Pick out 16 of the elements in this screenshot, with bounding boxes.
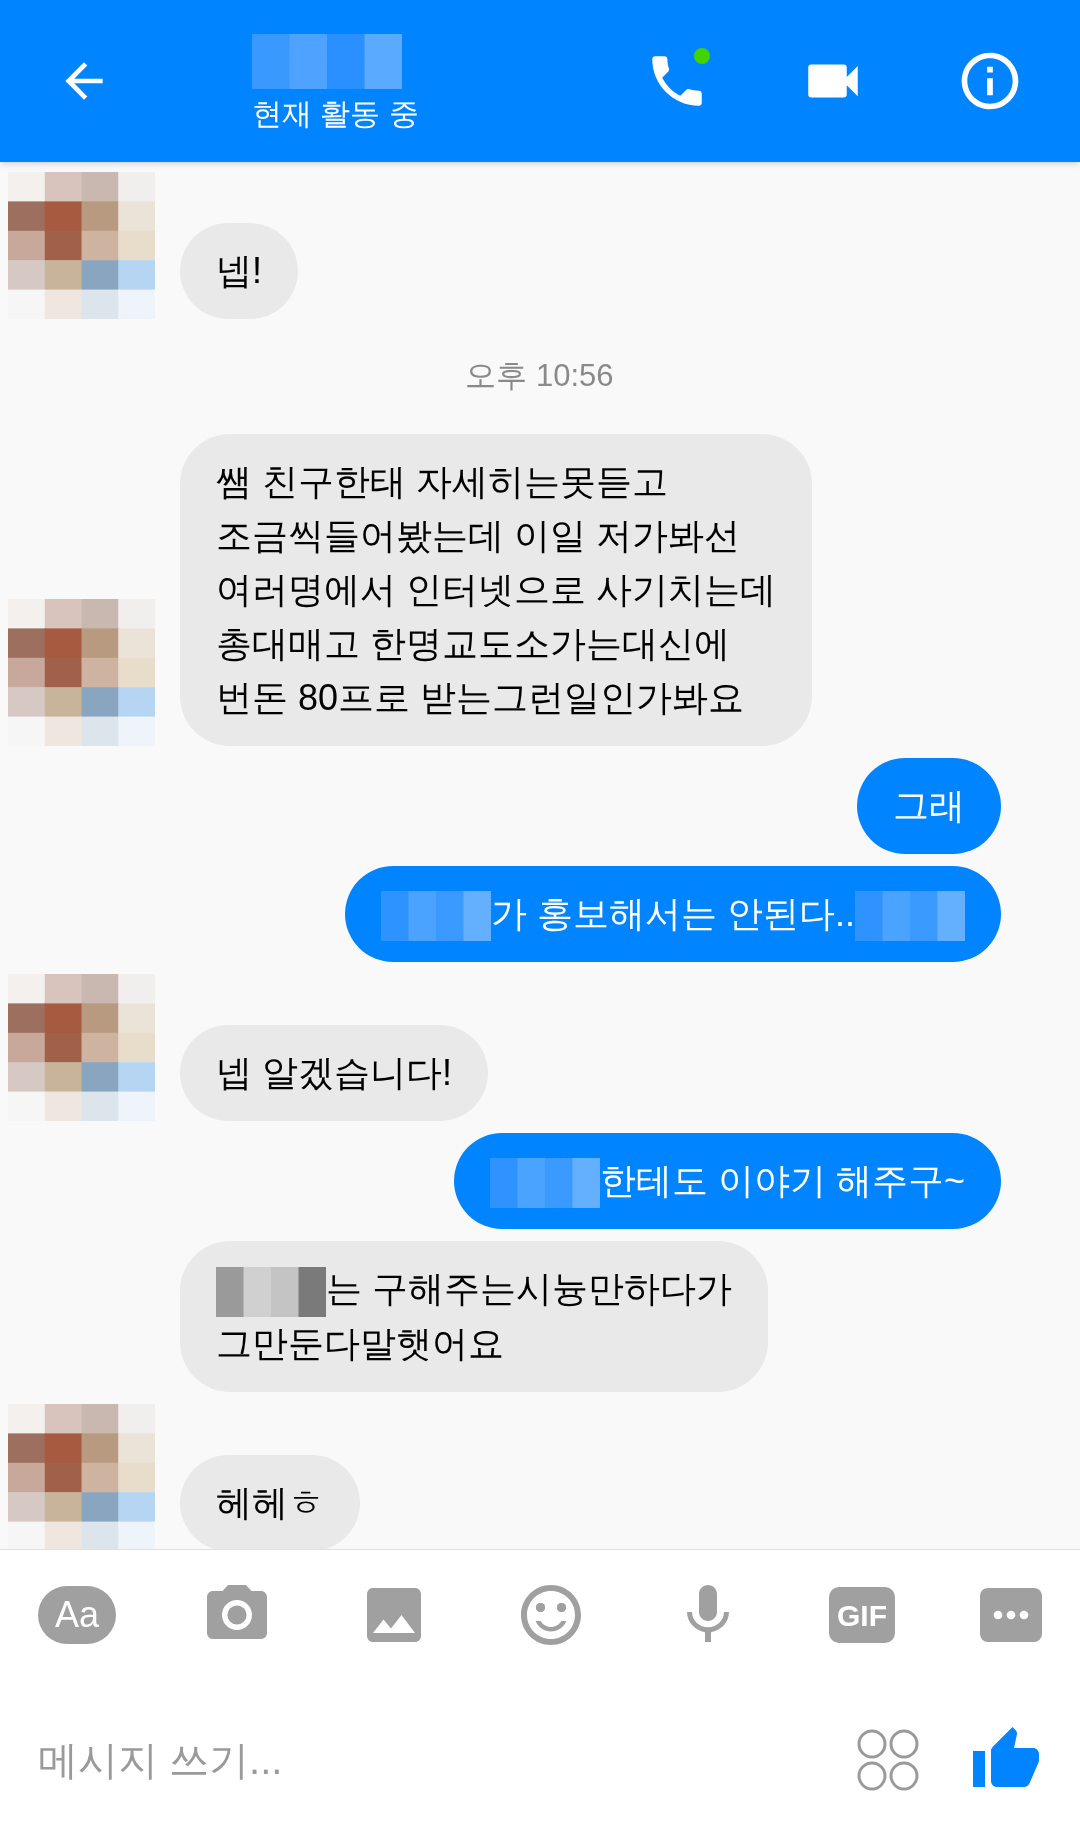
text-format-button[interactable]: Aa	[38, 1586, 116, 1644]
message-text: 한테도 이야기 해주구~	[599, 1160, 965, 1201]
message-text: 그래	[893, 784, 965, 826]
message-text: 가 홍보해서는 안된다..	[491, 892, 855, 934]
more-icon[interactable]	[980, 1588, 1042, 1642]
timestamp: 오후 10:56	[465, 357, 614, 395]
emoji-faces-icon[interactable]	[856, 1727, 920, 1792]
message-text: 헤헤ㅎ	[216, 1481, 324, 1523]
message-text: 넵!	[216, 250, 262, 291]
message-text: 쌤 친구한태 자세히는못듣고 조금씩들어봤는데 이일 저가봐선 여러명에서 인터넷으로 사기치는데 총대매고 한명교도소가는대신에 번돈 80프로 받는그런일인가봐요	[216, 460, 776, 718]
status-text: 현재 활동 중	[252, 98, 419, 129]
message-field[interactable]: 메시지 쓰기...	[38, 1729, 806, 1790]
gif-button[interactable]: GIF	[829, 1587, 895, 1643]
message-text: 는 구해주는시늉만하다가	[326, 1268, 732, 1310]
message-text: 그만둔다말햇어요	[216, 1322, 504, 1364]
message-text: 넵 알겠습니다!	[216, 1052, 452, 1093]
